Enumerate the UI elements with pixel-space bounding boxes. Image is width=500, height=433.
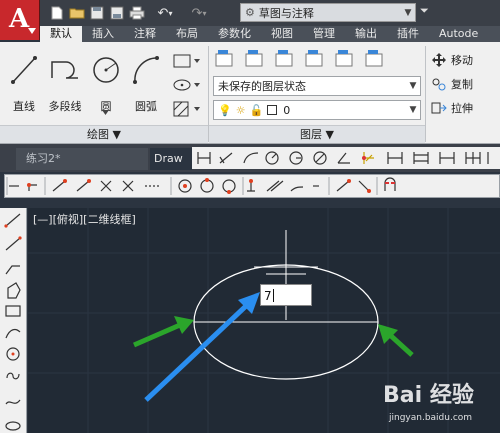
workspace-label: 草图与注释 xyxy=(258,6,314,20)
ellipse-icon xyxy=(173,79,200,91)
layer-color-swatch xyxy=(267,105,278,115)
stretch-tool-button[interactable]: 拉伸 xyxy=(430,98,473,118)
file-tab-drawing[interactable]: Draw xyxy=(150,148,192,170)
layer-tools-row xyxy=(214,48,410,70)
layer-state-value: 未保存的图层状态 xyxy=(218,80,306,93)
tab-plugins[interactable]: 插件 xyxy=(387,26,429,42)
line-icon xyxy=(11,56,37,84)
dynamic-input-value: 7 xyxy=(264,289,272,303)
layers-panel-title[interactable]: 图层 ▼ xyxy=(209,125,425,143)
tab-parametric[interactable]: 参数化 xyxy=(208,26,261,42)
dynamic-input-field[interactable]: 7 xyxy=(260,284,312,306)
watermark-url: jingyan.baidu.com xyxy=(389,413,473,423)
undo-icon[interactable]: ↶ ▾ xyxy=(150,4,180,22)
tab-output[interactable]: 输出 xyxy=(345,26,387,42)
tab-autodesk[interactable]: Autode xyxy=(429,26,488,42)
gear-icon: ⚙ xyxy=(245,6,255,19)
watermark-logo: Bai 经验 xyxy=(383,383,474,408)
open-folder-icon[interactable] xyxy=(68,4,86,22)
layer-tools-icons xyxy=(215,50,383,67)
hatch-tool-button[interactable] xyxy=(172,100,202,118)
lock-icon: 🔓 xyxy=(249,103,264,117)
circle-icon xyxy=(93,57,119,83)
app-logo: A xyxy=(9,4,30,34)
draw-tool-icons[interactable] xyxy=(0,208,27,433)
chevron-down-icon: ▼ xyxy=(409,81,417,91)
polyline-tool-button[interactable]: 多段线 xyxy=(46,48,84,120)
chevron-down-icon xyxy=(28,28,36,34)
print-icon[interactable] xyxy=(128,4,146,22)
circle-tool-button[interactable]: 圆 xyxy=(86,48,126,120)
application-menu-button[interactable]: A xyxy=(0,0,40,40)
move-tool-button[interactable]: 移动 xyxy=(430,50,473,70)
object-snap-icons[interactable] xyxy=(5,175,499,197)
hatch-icon xyxy=(173,101,200,117)
stretch-tool-label: 拉伸 xyxy=(451,102,473,115)
polyline-icon xyxy=(51,61,78,79)
line-tool-button[interactable]: 直线 xyxy=(4,48,44,120)
current-layer-value: 0 xyxy=(283,103,291,117)
copy-tool-label: 复制 xyxy=(451,78,473,91)
green-arrow-right xyxy=(378,324,414,357)
text-caret xyxy=(272,289,274,302)
rectangle-tool-button[interactable] xyxy=(172,52,202,70)
chevron-down-icon xyxy=(102,110,109,115)
arc-icon xyxy=(133,56,159,84)
crosshair-cursor xyxy=(254,230,318,320)
blue-arrow xyxy=(144,292,260,402)
object-snap-toolbar xyxy=(4,174,500,198)
polyline-tool-label: 多段线 xyxy=(48,100,82,113)
stretch-icon xyxy=(430,99,448,117)
tab-layout[interactable]: 布局 xyxy=(166,26,208,42)
ribbon-tabs: 默认 插入 注释 布局 参数化 视图 管理 输出 插件 Autode xyxy=(40,26,500,42)
tab-annotate[interactable]: 注释 xyxy=(124,26,166,42)
new-file-icon[interactable] xyxy=(48,4,66,22)
tab-manage[interactable]: 管理 xyxy=(303,26,345,42)
baidu-watermark: Bai 经验 jingyan.baidu.com xyxy=(383,373,498,431)
draw-toolbar-vertical xyxy=(0,208,27,433)
line-tool-label: 直线 xyxy=(13,100,35,113)
copy-tool-button[interactable]: 复制 xyxy=(430,74,473,94)
dimension-toolbar xyxy=(192,147,500,169)
layer-state-dropdown[interactable]: 未保存的图层状态 ▼ xyxy=(213,76,421,96)
sun-icon: ☼ xyxy=(235,103,246,117)
save-as-icon[interactable] xyxy=(108,4,126,22)
redo-icon[interactable]: ↷ ▾ xyxy=(184,4,214,22)
move-tool-label: 移动 xyxy=(451,54,473,67)
panel-divider xyxy=(425,46,426,142)
tab-home[interactable]: 默认 xyxy=(40,26,82,42)
chevron-down-icon: ▼ xyxy=(404,7,412,18)
ribbon-panel: 直线 多段线 圆 圆弧 绘图 ▼ 未保存的图层状态 ▼ 💡 ☼ 🔓 0 ▼ 图层… xyxy=(0,42,500,144)
arc-tool-button[interactable]: 圆弧 xyxy=(126,48,166,120)
draw-panel-title[interactable]: 绘图 ▼ xyxy=(0,125,208,143)
tab-view[interactable]: 视图 xyxy=(261,26,303,42)
ellipse-tool-button[interactable] xyxy=(172,76,202,94)
layer-dropdown[interactable]: 💡 ☼ 🔓 0 ▼ xyxy=(213,100,421,120)
title-bar: ↶ ▾ ↷ ▾ ⚙ 草图与注释 ▼ ⏷ xyxy=(0,0,500,26)
lightbulb-icon: 💡 xyxy=(218,103,232,117)
rectangle-icon xyxy=(173,54,200,68)
copy-icon xyxy=(430,75,448,93)
customize-quick-access-icon[interactable]: ⏷ xyxy=(420,4,429,18)
save-icon[interactable] xyxy=(88,4,106,22)
workspace-selector[interactable]: ⚙ 草图与注释 ▼ xyxy=(240,3,416,22)
green-arrow-left xyxy=(133,316,194,348)
move-icon xyxy=(430,51,448,69)
dimension-tool-icons[interactable] xyxy=(192,147,500,169)
tab-insert[interactable]: 插入 xyxy=(82,26,124,42)
file-tab-practice2[interactable]: 练习2* xyxy=(16,148,148,170)
arc-tool-label: 圆弧 xyxy=(135,100,157,113)
chevron-down-icon: ▼ xyxy=(409,105,417,115)
